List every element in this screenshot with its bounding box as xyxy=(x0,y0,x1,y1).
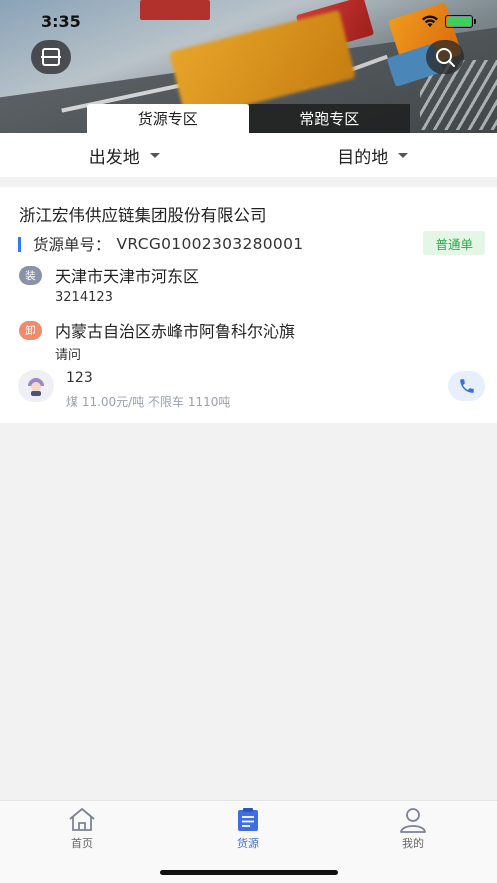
scan-icon xyxy=(41,48,61,66)
unload-location: 卸 内蒙古自治区赤峰市阿鲁科尔沁旗 xyxy=(19,318,295,342)
tab-cargo-zone[interactable]: 货源专区 xyxy=(87,104,249,133)
filter-bar: 出发地 目的地 xyxy=(0,133,497,177)
call-button[interactable] xyxy=(448,371,485,401)
unload-address: 内蒙古自治区赤峰市阿鲁科尔沁旗 xyxy=(55,322,296,341)
home-icon xyxy=(69,808,95,831)
origin-filter[interactable]: 出发地 xyxy=(0,133,249,177)
chevron-down-icon xyxy=(398,152,409,158)
load-location: 装 天津市天津市河东区 xyxy=(19,263,199,287)
nav-home[interactable]: 首页 xyxy=(42,807,122,851)
contact-name: 123 xyxy=(66,370,93,386)
destination-filter[interactable]: 目的地 xyxy=(249,133,497,177)
order-type-badge: 普通单 xyxy=(423,231,485,255)
home-indicator xyxy=(160,870,338,875)
order-number: VRCG01002303280001 xyxy=(116,235,304,253)
nav-mine-label: 我的 xyxy=(402,837,424,850)
unload-tag: 卸 xyxy=(19,320,42,340)
clipboard-icon xyxy=(238,808,258,831)
search-button[interactable] xyxy=(426,40,464,74)
unload-detail: 请问 xyxy=(55,348,82,363)
zone-tabs: 货源专区 常跑专区 xyxy=(87,104,410,133)
battery-icon xyxy=(445,14,476,28)
order-label: 货源单号： xyxy=(33,236,111,254)
origin-label: 出发地 xyxy=(88,147,140,168)
status-time: 3:35 xyxy=(41,12,81,31)
nav-cargo-label: 货源 xyxy=(237,837,259,850)
order-accent-bar xyxy=(18,236,21,252)
load-address: 天津市天津市河东区 xyxy=(55,267,200,286)
avatar xyxy=(18,370,54,402)
chevron-down-icon xyxy=(149,152,160,158)
search-icon xyxy=(436,48,455,67)
load-tag: 装 xyxy=(19,265,42,285)
user-avatar-icon xyxy=(28,378,44,396)
status-icons xyxy=(421,14,476,28)
cargo-info: 煤 11.00元/吨 不限车 1110吨 xyxy=(66,395,231,409)
cargo-card[interactable]: 浙江宏伟供应链集团股份有限公司 货源单号： VRCG01002303280001… xyxy=(0,187,497,423)
wifi-icon xyxy=(422,15,438,27)
nav-cargo[interactable]: 货源 xyxy=(208,807,288,851)
scan-button[interactable] xyxy=(31,40,71,74)
load-detail: 3214123 xyxy=(55,290,113,305)
tab-frequent-zone[interactable]: 常跑专区 xyxy=(248,104,410,133)
order-number-row: 货源单号： VRCG01002303280001 xyxy=(18,233,303,255)
phone-icon xyxy=(459,379,474,393)
nav-mine[interactable]: 我的 xyxy=(373,807,453,851)
destination-label: 目的地 xyxy=(337,147,389,168)
user-icon xyxy=(400,808,426,833)
company-name: 浙江宏伟供应链集团股份有限公司 xyxy=(19,206,267,225)
nav-home-label: 首页 xyxy=(71,837,93,850)
banner-truck xyxy=(140,0,210,20)
